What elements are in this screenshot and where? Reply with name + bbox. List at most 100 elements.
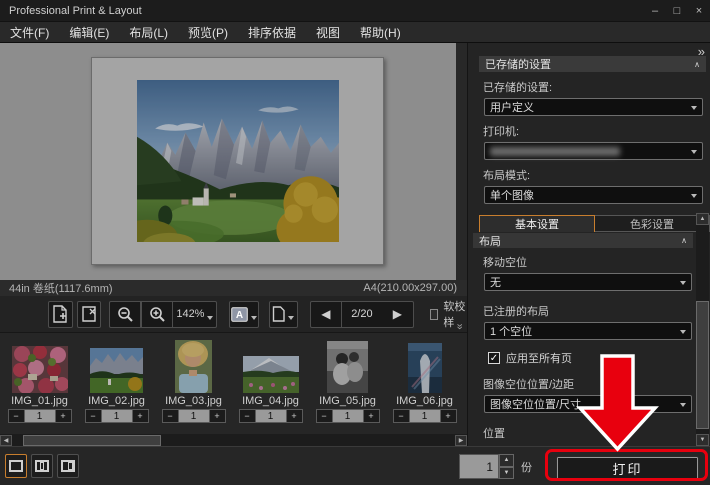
menu-layout[interactable]: 布局(L)	[119, 22, 178, 43]
increment-button[interactable]: +	[440, 409, 457, 423]
scroll-right-button[interactable]: ▶	[455, 435, 467, 446]
increment-button[interactable]: +	[132, 409, 149, 423]
spin-up-button[interactable]: ▲	[499, 454, 514, 467]
thumbnail-panel-collapse-icon[interactable]: »	[454, 323, 466, 328]
decrement-button[interactable]: −	[85, 409, 102, 423]
spin-down-button[interactable]: ▼	[499, 467, 514, 480]
maximize-button[interactable]: □	[666, 0, 688, 22]
menu-bar: 文件(F) 编辑(E) 布局(L) 预览(P) 排序依据 视图 帮助(H)	[0, 22, 710, 43]
apply-all-pages-checkbox[interactable]: ✓	[488, 352, 500, 364]
copies-stepper: − 1 +	[316, 409, 380, 423]
decrement-button[interactable]: −	[316, 409, 333, 423]
title-bar: Professional Print & Layout – □ ×	[0, 0, 710, 22]
next-page-button[interactable]: ▶	[382, 301, 414, 328]
move-slot-dropdown[interactable]: 无	[484, 273, 692, 291]
printer-dropdown[interactable]	[484, 142, 703, 160]
collapse-caret-icon[interactable]: ∧	[694, 60, 700, 69]
sidebar-scrollbar[interactable]: ▲ ▼	[696, 213, 709, 446]
scrollbar-thumb[interactable]	[23, 435, 161, 446]
view-split-center-button[interactable]	[31, 454, 53, 478]
collapse-caret-icon[interactable]: ∧	[681, 236, 687, 245]
menu-view[interactable]: 视图	[306, 22, 350, 43]
menu-help[interactable]: 帮助(H)	[350, 22, 411, 43]
thumbnail-item[interactable]: IMG_06.jpg − 1 +	[386, 337, 463, 434]
saved-settings-dropdown[interactable]: 用户定义	[484, 98, 703, 116]
thumbnail-item[interactable]: IMG_04.jpg − 1 +	[232, 337, 309, 434]
increment-button[interactable]: +	[209, 409, 226, 423]
chevron-down-icon	[691, 150, 697, 154]
thumbnail-image-geyser[interactable]	[408, 343, 442, 393]
increment-button[interactable]: +	[286, 409, 303, 423]
increment-button[interactable]: +	[55, 409, 72, 423]
registered-layout-dropdown[interactable]: 1 个空位	[484, 322, 692, 340]
scroll-left-button[interactable]: ◀	[0, 435, 12, 446]
text-style-button[interactable]: A	[229, 301, 258, 328]
decrement-button[interactable]: −	[162, 409, 179, 423]
position-section-label: 位置	[483, 425, 710, 441]
view-single-button[interactable]	[5, 454, 27, 478]
view-split-right-button[interactable]	[57, 454, 79, 478]
menu-edit[interactable]: 编辑(E)	[59, 22, 119, 43]
apply-all-pages-control[interactable]: ✓ 应用至所有页	[488, 350, 710, 366]
chevron-down-icon	[691, 194, 697, 198]
decrement-button[interactable]: −	[8, 409, 25, 423]
thumbnail-item[interactable]: IMG_05.jpg − 1 +	[309, 337, 386, 434]
page-indicator: 2/20	[342, 301, 382, 328]
thumbnail-item[interactable]: IMG_02.jpg − 1 +	[78, 337, 155, 434]
tab-basic-settings[interactable]: 基本设置	[479, 215, 595, 232]
layout-section-label: 布局	[479, 233, 501, 249]
copies-stepper: − 1 +	[239, 409, 303, 423]
soft-proof-checkbox[interactable]	[430, 309, 438, 320]
print-preview-canvas[interactable]	[0, 43, 456, 280]
menu-sort-by[interactable]: 排序依据	[238, 22, 306, 43]
thumbnail-strip: IMG_01.jpg − 1 + IMG_02.jpg	[0, 332, 467, 434]
zoom-level-value: 142%	[176, 308, 204, 320]
thumbnail-image-girl-portrait[interactable]	[175, 340, 212, 393]
previous-page-button[interactable]: ◀	[310, 301, 342, 328]
menu-file[interactable]: 文件(F)	[0, 22, 59, 43]
saved-settings-header[interactable]: 已存储的设置 ∧	[479, 56, 706, 72]
thumbnail-image-flowers[interactable]	[12, 346, 68, 393]
zoom-in-button[interactable]	[141, 301, 173, 328]
print-button[interactable]: 打印	[557, 457, 698, 480]
thumbnail-image-bw-children[interactable]	[327, 341, 368, 393]
tab-color-settings[interactable]: 色彩设置	[595, 215, 710, 232]
single-view-icon	[9, 460, 23, 472]
printer-name-redacted	[490, 147, 620, 156]
paper-settings-button[interactable]	[269, 301, 298, 328]
chevron-down-icon	[691, 106, 697, 110]
panel-collapse-icon[interactable]: »	[698, 44, 705, 59]
layout-mode-value: 单个图像	[490, 187, 534, 203]
paper-page[interactable]	[91, 57, 384, 265]
increment-button[interactable]: +	[363, 409, 380, 423]
copies-stepper: − 1 +	[85, 409, 149, 423]
close-button[interactable]: ×	[688, 0, 710, 22]
decrement-button[interactable]: −	[239, 409, 256, 423]
slot-position-dropdown[interactable]: 图像空位位置/尺寸	[484, 395, 692, 413]
thumbnail-image-mountains[interactable]	[90, 348, 143, 393]
scroll-up-button[interactable]: ▲	[696, 213, 709, 225]
delete-page-button[interactable]	[77, 301, 102, 328]
thumbnail-image-mountain-meadow[interactable]	[243, 356, 299, 393]
copies-stepper: − 1 +	[162, 409, 226, 423]
zoom-level-dropdown[interactable]: 142%	[173, 301, 217, 328]
zoom-out-button[interactable]	[109, 301, 141, 328]
scroll-down-button[interactable]: ▼	[696, 434, 709, 446]
media-size-label: 44in 卷纸(1117.6mm)	[0, 280, 113, 296]
slot-position-label: 图像空位位置/边距	[483, 376, 710, 392]
decrement-button[interactable]: −	[393, 409, 410, 423]
menu-preview[interactable]: 预览(P)	[178, 22, 238, 43]
layout-mode-dropdown[interactable]: 单个图像	[484, 186, 703, 204]
scrollbar-track[interactable]	[13, 435, 454, 446]
minimize-button[interactable]: –	[644, 0, 666, 22]
scrollbar-thumb[interactable]	[696, 301, 709, 429]
placed-photo[interactable]	[137, 80, 339, 242]
move-slot-label: 移动空位	[483, 254, 710, 270]
printer-label: 打印机:	[483, 123, 710, 139]
thumbnail-item[interactable]: IMG_01.jpg − 1 +	[1, 337, 78, 434]
copies-input[interactable]: 1	[459, 454, 499, 479]
layout-section-header[interactable]: 布局 ∧	[473, 233, 693, 248]
add-page-button[interactable]	[48, 301, 73, 328]
thumbnail-item[interactable]: IMG_03.jpg − 1 +	[155, 337, 232, 434]
delete-page-icon	[81, 305, 97, 323]
